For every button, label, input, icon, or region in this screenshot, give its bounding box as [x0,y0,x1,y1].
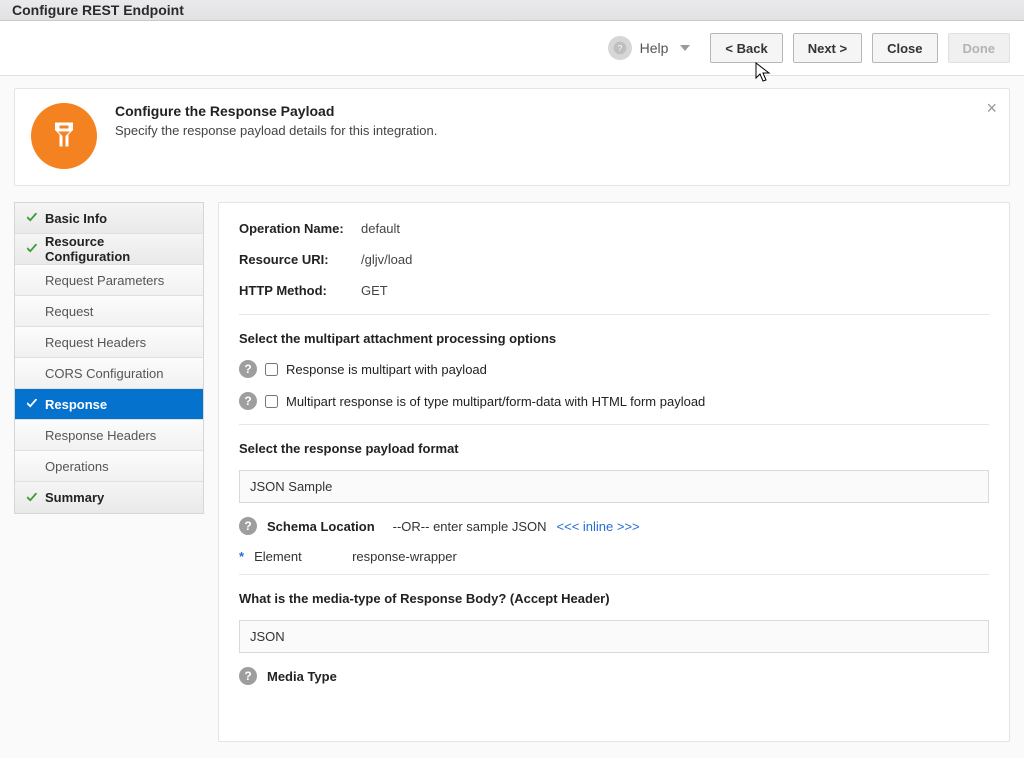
divider [239,314,989,315]
multipart-option-1-row: ? Response is multipart with payload [239,360,989,378]
resource-uri-label: Resource URI: [239,252,361,267]
help-label: Help [640,40,669,56]
nav-item-label: Response Headers [45,428,156,443]
divider [239,574,989,575]
nav-item-label: Summary [45,490,104,505]
divider [239,424,989,425]
main-panel: Operation Name: default Resource URI: /g… [218,202,1010,742]
multipart-option-2-label: Multipart response is of type multipart/… [286,394,705,409]
multipart-formdata-checkbox[interactable] [265,395,278,408]
check-icon [25,397,39,411]
multipart-section-label: Select the multipart attachment processi… [239,331,989,346]
banner-text: Configure the Response Payload Specify t… [115,103,437,138]
help-icon[interactable]: ? [239,517,257,535]
help-icon: ? [608,36,632,60]
help-icon[interactable]: ? [239,667,257,685]
nav-item-label: Resource Configuration [45,234,193,264]
required-asterisk: * [239,549,244,564]
http-method-label: HTTP Method: [239,283,361,298]
schema-location-label: Schema Location [267,519,375,534]
nav-item-basic-info[interactable]: Basic Info [15,203,203,234]
back-button[interactable]: < Back [710,33,782,63]
http-method-value: GET [361,283,388,298]
multipart-option-2-row: ? Multipart response is of type multipar… [239,392,989,410]
multipart-option-1-label: Response is multipart with payload [286,362,487,377]
done-button: Done [948,33,1011,63]
nav-item-label: Request Headers [45,335,146,350]
close-icon[interactable]: × [986,99,997,117]
nav-item-label: Request Parameters [45,273,164,288]
nav-item-label: Operations [45,459,109,474]
op-name-value: default [361,221,400,236]
nav-item-operations[interactable]: Operations [15,451,203,482]
nav-item-label: Request [45,304,93,319]
nav-item-request[interactable]: Request [15,296,203,327]
nav-item-response[interactable]: Response [15,389,203,420]
schema-or-text: --OR-- enter sample JSON [393,519,547,534]
payload-format-select[interactable]: JSON Sample [239,470,989,503]
wizard-nav: Basic Info Resource Configuration Request … [14,202,204,514]
schema-location-row: ? Schema Location --OR-- enter sample JS… [239,517,989,535]
banner: Configure the Response Payload Specify t… [14,88,1010,186]
help-icon[interactable]: ? [239,392,257,410]
nav-item-request-parameters[interactable]: Request Parameters [15,265,203,296]
nav-item-label: Response [45,397,107,412]
media-type-select[interactable]: JSON [239,620,989,653]
nav-item-summary[interactable]: Summary [15,482,203,513]
window-title-bar: Configure REST Endpoint [0,0,1024,21]
chevron-down-icon [680,45,690,51]
element-row: * Element response-wrapper [239,549,989,564]
nav-item-request-headers[interactable]: Request Headers [15,327,203,358]
multipart-payload-checkbox[interactable] [265,363,278,376]
element-value: response-wrapper [352,549,457,564]
nav-item-label: CORS Configuration [45,366,164,381]
help-icon[interactable]: ? [239,360,257,378]
check-icon [25,491,39,505]
nav-item-resource-configuration[interactable]: Resource Configuration [15,234,203,265]
nav-item-response-headers[interactable]: Response Headers [15,420,203,451]
banner-desc: Specify the response payload details for… [115,123,437,138]
toolbar: ? Help < Back Next > Close Done [0,21,1024,76]
payload-format-section-label: Select the response payload format [239,441,989,456]
payload-icon [31,103,97,169]
close-button[interactable]: Close [872,33,937,63]
op-name-label: Operation Name: [239,221,361,236]
check-icon [25,211,39,225]
media-type-section-label: What is the media-type of Response Body?… [239,591,989,606]
page-title: Configure REST Endpoint [12,2,184,18]
check-icon [25,242,39,256]
svg-text:?: ? [617,44,622,53]
banner-title: Configure the Response Payload [115,103,437,119]
media-type-label: Media Type [267,669,337,684]
element-label: Element [254,549,342,564]
nav-item-label: Basic Info [45,211,107,226]
media-type-row: ? Media Type [239,667,989,685]
help-dropdown[interactable]: ? Help [608,36,691,60]
nav-item-cors-configuration[interactable]: CORS Configuration [15,358,203,389]
next-button[interactable]: Next > [793,33,862,63]
inline-json-link[interactable]: <<< inline >>> [557,519,640,534]
resource-uri-value: /gljv/load [361,252,412,267]
